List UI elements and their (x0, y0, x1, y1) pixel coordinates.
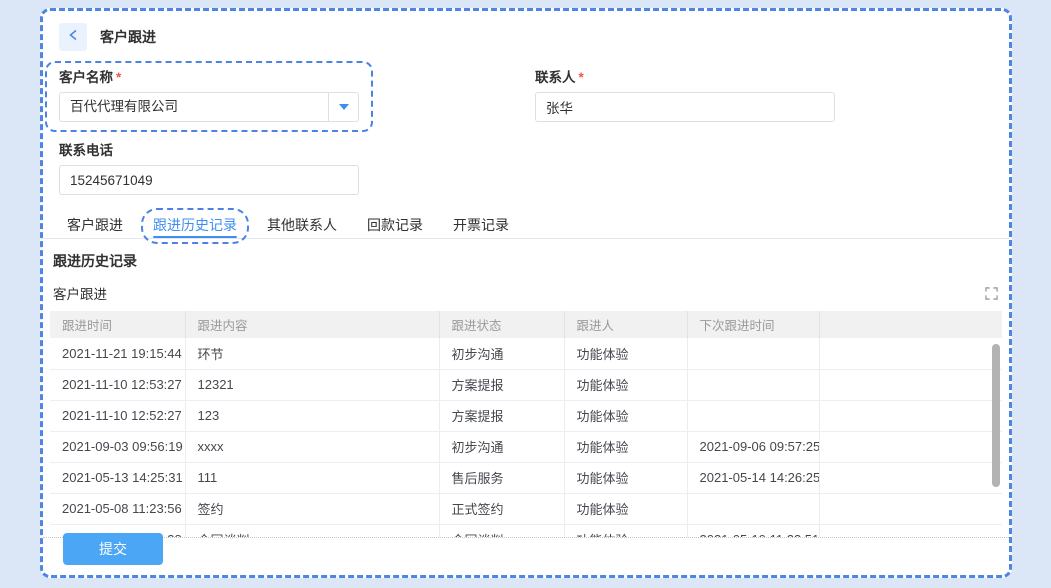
table-cell: 环节 (185, 338, 439, 369)
table-cell: 功能体验 (564, 493, 687, 524)
phone-input[interactable] (59, 165, 359, 195)
required-asterisk: * (116, 70, 121, 85)
table-cell (819, 400, 1002, 431)
table-cell (819, 493, 1002, 524)
required-asterisk: * (579, 70, 584, 85)
tab-customer-followup[interactable]: 客户跟进 (55, 208, 135, 244)
page-header: 客户跟进 (43, 23, 1009, 51)
col-empty (819, 311, 1002, 338)
table-row: 2021-11-21 19:15:44环节初步沟通功能体验 (50, 338, 1002, 369)
table-cell: 2021-11-21 19:15:44 (50, 338, 185, 369)
table-cell: 123 (185, 400, 439, 431)
contact-input[interactable] (535, 92, 835, 122)
customer-field-highlight: 客户名称* 百代代理有限公司 (45, 61, 373, 132)
table-cell: 功能体验 (564, 524, 687, 538)
phone-label: 联系电话 (59, 142, 993, 160)
table-cell: 2021-05-08 11:23:56 (50, 493, 185, 524)
tab-payment-records[interactable]: 回款记录 (355, 208, 435, 244)
table-cell: 功能体验 (564, 462, 687, 493)
followup-history-table: 跟进时间 跟进内容 跟进状态 跟进人 下次跟进时间 2021-11-21 19:… (50, 311, 1002, 538)
table-sub-header: 客户跟进 (53, 283, 999, 303)
col-followup-time: 跟进时间 (50, 311, 185, 338)
table-cell: 2021-11-10 12:52:27 (50, 400, 185, 431)
col-followup-status: 跟进状态 (439, 311, 564, 338)
table-cell: 12321 (185, 369, 439, 400)
fullscreen-expand-icon[interactable] (983, 285, 999, 301)
table-cell (687, 369, 819, 400)
table-cell: xxxx (185, 431, 439, 462)
table-scrollbar-thumb[interactable] (992, 344, 1000, 487)
phone-field: 联系电话 (59, 142, 993, 195)
table-cell (687, 400, 819, 431)
col-next-followup-time: 下次跟进时间 (687, 311, 819, 338)
table-cell: 初步沟通 (439, 338, 564, 369)
section-title: 跟进历史记录 (53, 251, 999, 271)
table-cell: 2021-05-14 14:26:25 (687, 462, 819, 493)
table-cell (687, 493, 819, 524)
table-body: 2021-11-21 19:15:44环节初步沟通功能体验2021-11-10 … (50, 338, 1002, 538)
table-cell: 2021-05-19 11:23:51 (687, 524, 819, 538)
submit-button[interactable]: 提交 (63, 533, 163, 565)
table-cell (819, 369, 1002, 400)
table-cell: 功能体验 (564, 369, 687, 400)
back-button[interactable] (59, 23, 87, 51)
col-followup-content: 跟进内容 (185, 311, 439, 338)
table-cell: 功能体验 (564, 400, 687, 431)
table-cell: 功能体验 (564, 431, 687, 462)
page-title: 客户跟进 (100, 27, 156, 47)
col-followup-person: 跟进人 (564, 311, 687, 338)
contact-label: 联系人* (535, 69, 835, 87)
customer-name-value: 百代代理有限公司 (60, 93, 328, 121)
table-subtitle: 客户跟进 (53, 283, 107, 303)
form-area: 客户名称* 百代代理有限公司 联系人* 联系电话 (43, 61, 1009, 195)
table-cell (687, 338, 819, 369)
tab-other-contacts[interactable]: 其他联系人 (255, 208, 349, 244)
table-row: 2021-11-10 12:53:2712321方案提报功能体验 (50, 369, 1002, 400)
followup-history-table-container: 跟进时间 跟进内容 跟进状态 跟进人 下次跟进时间 2021-11-21 19:… (43, 311, 1009, 538)
tab-followup-history[interactable]: 跟进历史记录 (141, 208, 249, 244)
table-cell: 2021-09-03 09:56:19 (50, 431, 185, 462)
table-cell: 2021-05-13 14:25:31 (50, 462, 185, 493)
table-cell: 签约 (185, 493, 439, 524)
customer-followup-panel: 客户跟进 客户名称* 百代代理有限公司 联系人* (40, 8, 1012, 578)
table-cell: 功能体验 (564, 338, 687, 369)
table-cell: 初步沟通 (439, 431, 564, 462)
table-cell: 合同谈判 (439, 524, 564, 538)
tab-invoice-records[interactable]: 开票记录 (441, 208, 521, 244)
table-cell: 2021-11-10 12:53:27 (50, 369, 185, 400)
table-cell (819, 338, 1002, 369)
customer-name-label: 客户名称* (59, 69, 359, 87)
chevron-left-icon (68, 28, 78, 46)
table-row: 2021-11-10 12:52:27123方案提报功能体验 (50, 400, 1002, 431)
table-cell: 方案提报 (439, 400, 564, 431)
table-cell: 方案提报 (439, 369, 564, 400)
table-header-row: 跟进时间 跟进内容 跟进状态 跟进人 下次跟进时间 (50, 311, 1002, 338)
table-cell: 正式签约 (439, 493, 564, 524)
table-row: 2021-09-03 09:56:19xxxx初步沟通功能体验2021-09-0… (50, 431, 1002, 462)
caret-down-icon (339, 104, 349, 110)
table-cell: 合同谈判 (185, 524, 439, 538)
table-cell: 111 (185, 462, 439, 493)
table-cell (819, 462, 1002, 493)
contact-field: 联系人* (535, 61, 835, 122)
table-cell (819, 524, 1002, 538)
tab-bar: 客户跟进 跟进历史记录 其他联系人 回款记录 开票记录 (43, 207, 1009, 239)
table-row: 2021-05-08 11:22:38合同谈判合同谈判功能体验2021-05-1… (50, 524, 1002, 538)
select-caret-segment[interactable] (328, 93, 358, 121)
table-cell (819, 431, 1002, 462)
customer-name-select[interactable]: 百代代理有限公司 (59, 92, 359, 122)
table-cell: 2021-09-06 09:57:25 (687, 431, 819, 462)
table-row: 2021-05-08 11:23:56签约正式签约功能体验 (50, 493, 1002, 524)
table-row: 2021-05-13 14:25:31111售后服务功能体验2021-05-14… (50, 462, 1002, 493)
table-cell: 售后服务 (439, 462, 564, 493)
